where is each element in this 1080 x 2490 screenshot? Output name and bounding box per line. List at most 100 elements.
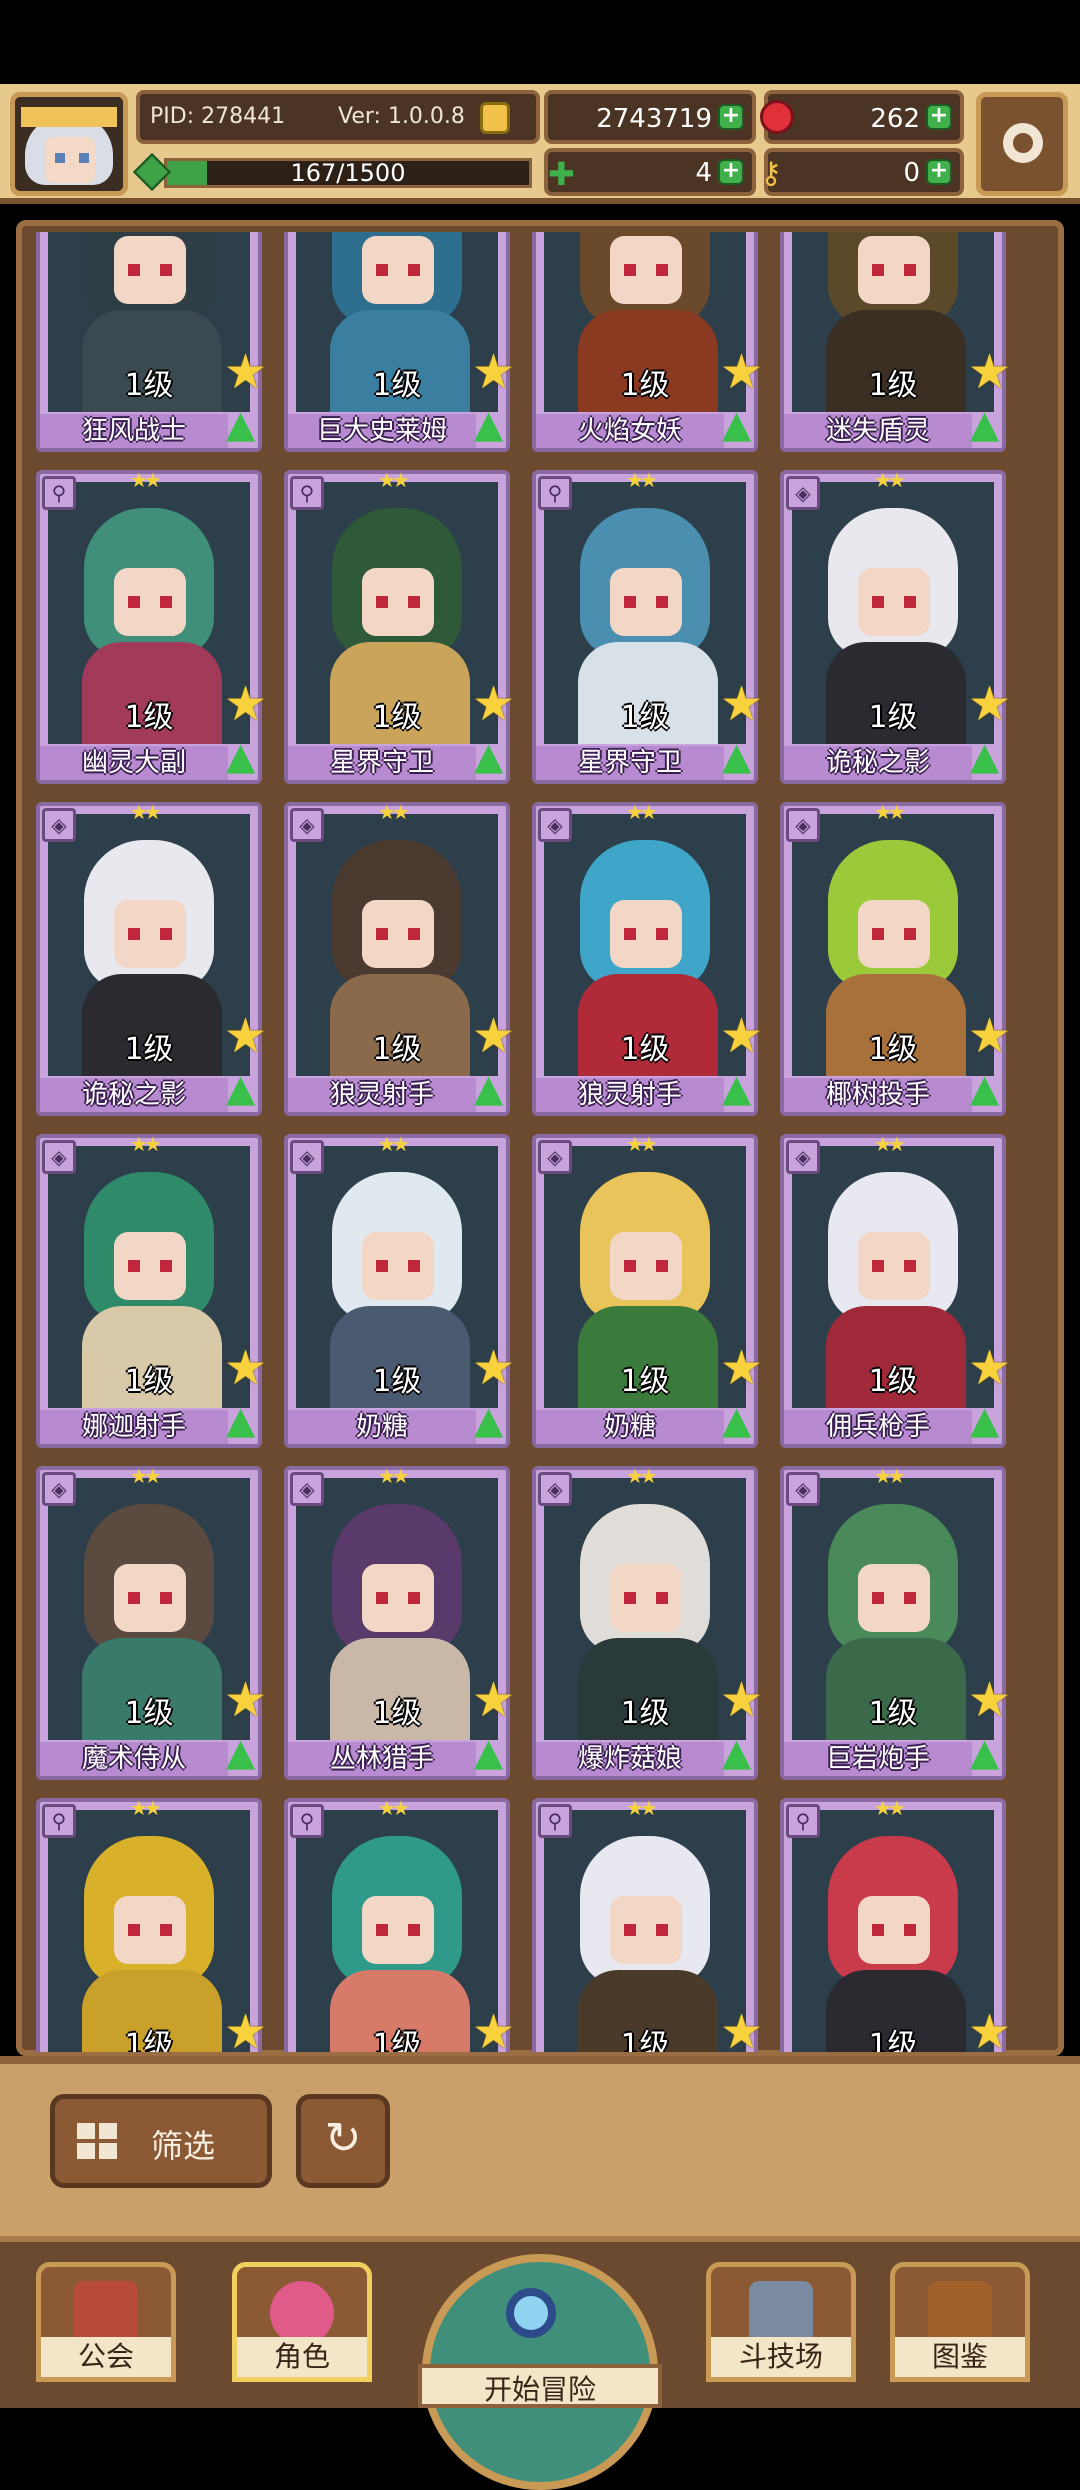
filter-button[interactable]: 筛选: [50, 2094, 272, 2188]
rarity-stars-icon: ★★: [874, 468, 906, 492]
star-upgrade-icon[interactable]: ★: [224, 348, 267, 396]
star-upgrade-icon[interactable]: ★: [472, 348, 515, 396]
level-up-arrow-icon[interactable]: ▲: [722, 736, 751, 776]
character-card[interactable]: ⚲★★1级啵啵★▲: [780, 1796, 1011, 2052]
level-up-arrow-icon[interactable]: ▲: [474, 736, 503, 776]
star-upgrade-icon[interactable]: ★: [472, 1344, 515, 1392]
character-card[interactable]: ⚲★★1级鎏金射手★▲: [36, 1796, 267, 2052]
level-up-arrow-icon[interactable]: ▲: [226, 404, 255, 444]
character-card[interactable]: ⚔★★1级火焰女妖★▲: [532, 232, 763, 452]
key-add-button[interactable]: +: [926, 159, 952, 185]
level-up-arrow-icon[interactable]: ▲: [722, 1400, 751, 1440]
character-card[interactable]: ◈ ★★ 1级 娜迦射手 ★ ▲: [36, 1132, 267, 1448]
star-upgrade-icon[interactable]: ★: [720, 1012, 763, 1060]
star-upgrade-icon[interactable]: ★: [224, 680, 267, 728]
level-up-arrow-icon[interactable]: ▲: [970, 1400, 999, 1440]
level-up-arrow-icon[interactable]: ▲: [970, 1732, 999, 1772]
level-up-arrow-icon[interactable]: ▲: [722, 404, 751, 444]
settings-button[interactable]: [976, 92, 1068, 196]
star-upgrade-icon[interactable]: ★: [968, 1012, 1011, 1060]
level-up-arrow-icon[interactable]: ▲: [226, 1732, 255, 1772]
level-up-arrow-icon[interactable]: ▲: [474, 1400, 503, 1440]
level-up-arrow-icon[interactable]: ▲: [226, 736, 255, 776]
star-upgrade-icon[interactable]: ★: [968, 348, 1011, 396]
level-up-arrow-icon[interactable]: ▲: [226, 1400, 255, 1440]
level-up-arrow-icon[interactable]: ▲: [474, 1068, 503, 1108]
star-upgrade-icon[interactable]: ★: [472, 1676, 515, 1724]
nav-codex[interactable]: 图鉴: [890, 2262, 1030, 2382]
star-upgrade-icon[interactable]: ★: [224, 1344, 267, 1392]
character-card[interactable]: ⚲ ★★ 1级 幽灵大副 ★ ▲: [36, 468, 267, 784]
portrait-eye: [408, 596, 420, 608]
star-upgrade-icon[interactable]: ★: [224, 1676, 267, 1724]
star-upgrade-icon[interactable]: ★: [472, 680, 515, 728]
avatar-headband: [21, 107, 117, 127]
character-card[interactable]: ◈ ★★ 1级 佣兵枪手 ★ ▲: [780, 1132, 1011, 1448]
star-upgrade-icon[interactable]: ★: [720, 1676, 763, 1724]
star-upgrade-icon[interactable]: ★: [224, 1012, 267, 1060]
star-upgrade-icon[interactable]: ★: [968, 680, 1011, 728]
character-grid[interactable]: ⚔★★1级狂风战士★▲⚔★★1级巨大史莱姆★▲⚔★★1级火焰女妖★▲⚔★★1级迷…: [22, 232, 1058, 2052]
portrait-face: [610, 1564, 682, 1632]
class-icon: ◈: [786, 1472, 820, 1506]
character-card[interactable]: ◈ ★★ 1级 爆炸菇娘 ★ ▲: [532, 1464, 763, 1780]
star-upgrade-icon[interactable]: ★: [968, 1344, 1011, 1392]
gem-add-button[interactable]: +: [926, 104, 952, 130]
class-icon: ◈: [538, 808, 572, 842]
level-up-arrow-icon[interactable]: ▲: [970, 736, 999, 776]
rarity-stars-icon: ★★: [626, 1132, 658, 1156]
character-card[interactable]: ◈ ★★ 1级 魔术侍从 ★ ▲: [36, 1464, 267, 1780]
star-upgrade-icon[interactable]: ★: [472, 1012, 515, 1060]
nav-guild[interactable]: 公会: [36, 2262, 176, 2382]
star-upgrade-icon[interactable]: ★: [968, 1676, 1011, 1724]
character-card[interactable]: ◈ ★★ 1级 奶糖 ★ ▲: [284, 1132, 515, 1448]
clover-add-button[interactable]: +: [718, 159, 744, 185]
character-card[interactable]: ⚲ ★★ 1级 星界守卫 ★ ▲: [284, 468, 515, 784]
portrait-eye: [624, 1260, 636, 1272]
character-card[interactable]: ⚔★★1级巨大史莱姆★▲: [284, 232, 515, 452]
level-up-arrow-icon[interactable]: ▲: [722, 1732, 751, 1772]
character-card[interactable]: ◈ ★★ 1级 巨岩炮手 ★ ▲: [780, 1464, 1011, 1780]
character-card[interactable]: ◈ ★★ 1级 诡秘之影 ★ ▲: [36, 800, 267, 1116]
star-upgrade-icon[interactable]: ★: [720, 2008, 763, 2052]
character-card[interactable]: ⚲★★1级牧鱼少女★▲: [284, 1796, 515, 2052]
character-card[interactable]: ◈ ★★ 1级 椰树投手 ★ ▲: [780, 800, 1011, 1116]
level-up-arrow-icon[interactable]: ▲: [226, 1068, 255, 1108]
character-card[interactable]: ⚲★★1级啵啵★▲: [532, 1796, 763, 2052]
portrait-face: [858, 900, 930, 968]
level-up-arrow-icon[interactable]: ▲: [474, 1732, 503, 1772]
character-card[interactable]: ◈ ★★ 1级 狼灵射手 ★ ▲: [284, 800, 515, 1116]
character-card[interactable]: ◈ ★★ 1级 奶糖 ★ ▲: [532, 1132, 763, 1448]
star-upgrade-icon[interactable]: ★: [720, 680, 763, 728]
portrait-eye: [872, 1592, 884, 1604]
portrait-eye: [904, 928, 916, 940]
level-up-arrow-icon[interactable]: ▲: [970, 1068, 999, 1108]
character-card[interactable]: ⚲ ★★ 1级 星界守卫 ★ ▲: [532, 468, 763, 784]
level-up-arrow-icon[interactable]: ▲: [474, 404, 503, 444]
character-card[interactable]: ◈ ★★ 1级 狼灵射手 ★ ▲: [532, 800, 763, 1116]
gold-panel: 2743719 +: [544, 90, 756, 144]
gold-add-button[interactable]: +: [718, 104, 744, 130]
nav-guild-label: 公会: [41, 2337, 171, 2377]
star-upgrade-icon[interactable]: ★: [720, 348, 763, 396]
nav-start-adventure[interactable]: 开始冒险: [418, 2246, 662, 2490]
nav-role[interactable]: 角色: [232, 2262, 372, 2382]
star-upgrade-icon[interactable]: ★: [472, 2008, 515, 2052]
status-bar: [0, 0, 1080, 84]
refresh-button[interactable]: ↻: [296, 2094, 390, 2188]
character-card[interactable]: ◈ ★★ 1级 诡秘之影 ★ ▲: [780, 468, 1011, 784]
character-face-icon: [270, 2281, 334, 2345]
portrait-eye: [160, 1924, 172, 1936]
player-avatar[interactable]: [10, 92, 128, 196]
nav-arena[interactable]: 斗技场: [706, 2262, 856, 2382]
character-card[interactable]: ⚔★★1级迷失盾灵★▲: [780, 232, 1011, 452]
star-upgrade-icon[interactable]: ★: [968, 2008, 1011, 2052]
class-icon: ◈: [290, 808, 324, 842]
character-portrait: [544, 1810, 746, 2052]
character-card[interactable]: ◈ ★★ 1级 丛林猎手 ★ ▲: [284, 1464, 515, 1780]
star-upgrade-icon[interactable]: ★: [720, 1344, 763, 1392]
character-card[interactable]: ⚔★★1级狂风战士★▲: [36, 232, 267, 452]
level-up-arrow-icon[interactable]: ▲: [722, 1068, 751, 1108]
level-up-arrow-icon[interactable]: ▲: [970, 404, 999, 444]
star-upgrade-icon[interactable]: ★: [224, 2008, 267, 2052]
